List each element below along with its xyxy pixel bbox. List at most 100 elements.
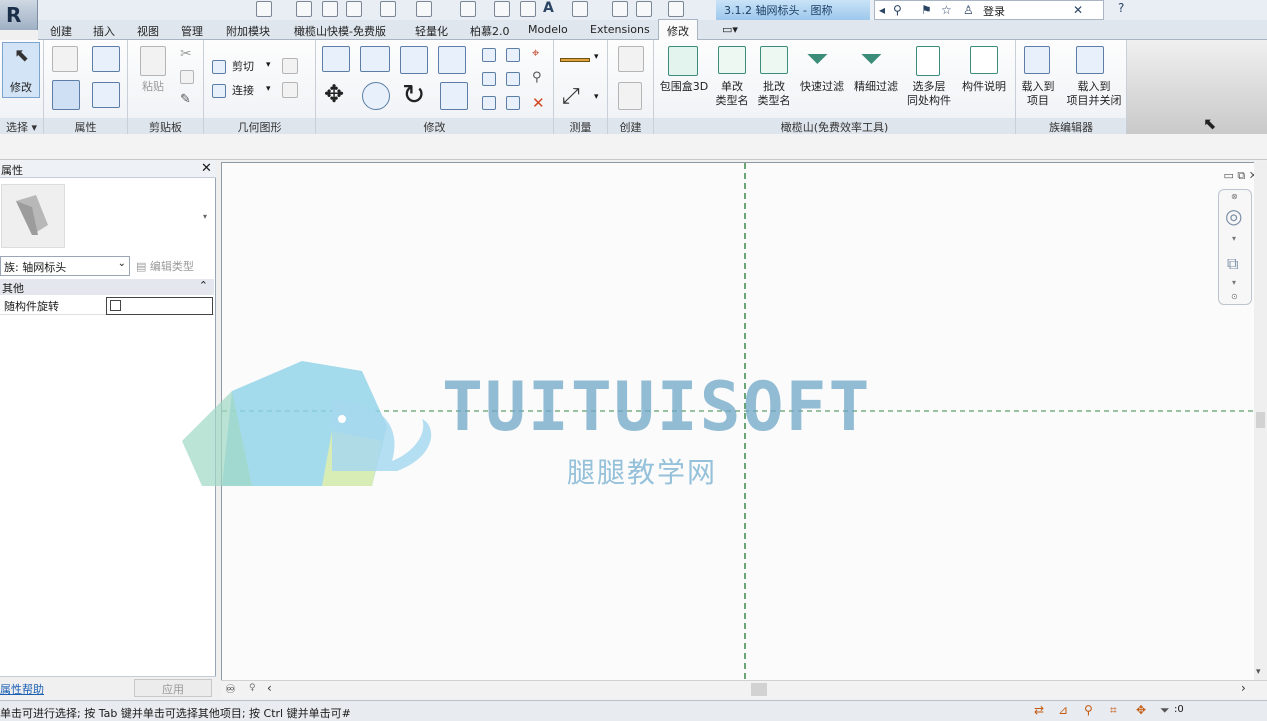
properties-toggle-icon[interactable] — [52, 80, 80, 110]
select-underlay-icon[interactable]: ⊿ — [1058, 703, 1068, 717]
scroll-left-icon[interactable]: ‹ — [267, 681, 272, 695]
load-and-close-icon[interactable] — [1076, 46, 1104, 74]
horizontal-scroll-thumb[interactable] — [751, 683, 767, 696]
tab-modelo[interactable]: Modelo — [528, 23, 568, 36]
vertical-scroll-thumb[interactable] — [1256, 412, 1265, 428]
multi-level-select-label[interactable]: 选多层 同处构件 — [904, 80, 954, 108]
array-icon[interactable] — [482, 72, 496, 86]
split-gap-icon[interactable] — [506, 48, 520, 62]
bounding-box-3d-icon[interactable] — [668, 46, 698, 76]
measure-dropdown-icon[interactable]: ▾ — [594, 52, 599, 62]
navbar-options-icon[interactable]: ⊙ — [1231, 292, 1238, 301]
tab-lightweight[interactable]: 轻量化 — [415, 23, 448, 39]
mirror-draw-icon[interactable] — [438, 46, 466, 74]
tab-modify[interactable]: 修改 — [658, 19, 698, 40]
select-pinned-icon[interactable]: ⚲ — [1084, 703, 1093, 717]
tab-view[interactable]: 视图 — [137, 23, 159, 39]
batch-rename-label[interactable]: 批改 类型名 — [754, 80, 794, 108]
multi-level-select-icon[interactable] — [916, 46, 940, 76]
tab-extensions[interactable]: Extensions — [590, 23, 650, 36]
measure-icon[interactable] — [494, 1, 510, 17]
apply-button[interactable]: 应用 — [134, 679, 212, 697]
zoom-region-icon[interactable]: ⧉ — [1227, 254, 1238, 274]
tab-addins[interactable]: 附加模块 — [226, 23, 270, 39]
bounding-box-3d-label[interactable]: 包围盒3D — [658, 80, 710, 94]
drawing-area[interactable]: TUITUISOFT 腿腿教学网 ▭ ⧉ ✕ ⊗ ◎ ▾ ⧉ ▾ ⊙ — [182, 162, 1267, 698]
paste-icon[interactable] — [140, 46, 166, 76]
help-icon[interactable]: ? — [1118, 1, 1124, 15]
select-by-face-icon[interactable]: ⌗ — [1110, 703, 1117, 718]
single-rename-label[interactable]: 单改 类型名 — [712, 80, 752, 108]
section-icon[interactable] — [612, 1, 628, 17]
scroll-right-icon[interactable]: › — [1241, 681, 1246, 695]
move-icon[interactable]: ✥ — [324, 80, 344, 108]
delete-icon[interactable]: ✕ — [532, 94, 545, 112]
family-category-icon[interactable] — [92, 82, 120, 108]
quick-filter-label[interactable]: 快速过滤 — [798, 80, 846, 94]
type-properties-icon[interactable] — [52, 46, 78, 72]
create-group-icon[interactable] — [618, 46, 644, 72]
fine-filter-label[interactable]: 精细过滤 — [852, 80, 900, 94]
collapse-icon[interactable]: ⌃ — [199, 279, 208, 292]
modify-button[interactable]: ⬉ 修改 — [2, 42, 40, 98]
family-types-icon[interactable] — [92, 46, 120, 72]
trim-extend-icon[interactable] — [440, 82, 468, 110]
horizontal-scrollbar[interactable]: ♾ ♀ ‹ › — [221, 680, 1267, 698]
thin-lines-icon[interactable] — [636, 1, 652, 17]
tab-insert[interactable]: 插入 — [93, 23, 115, 39]
similar-icon[interactable] — [618, 82, 642, 110]
load-and-close-label[interactable]: 载入到 项目并关闭 — [1064, 80, 1124, 108]
match-properties-icon[interactable]: ✎ — [180, 92, 191, 107]
join-geometry-icon[interactable] — [212, 84, 226, 98]
filter-icon[interactable]: ⏷ — [1160, 703, 1170, 718]
load-into-project-label[interactable]: 载入到 项目 — [1016, 80, 1060, 108]
drag-elements-icon[interactable]: ✥ — [1136, 703, 1146, 717]
zoom-dropdown-icon[interactable]: ▾ — [1232, 278, 1236, 287]
close-windows-icon[interactable] — [668, 1, 684, 17]
3d-view-icon[interactable] — [572, 1, 588, 17]
minimize-icon[interactable]: ▭ — [1224, 169, 1234, 182]
join-dropdown-icon[interactable]: ▾ — [266, 84, 271, 94]
trim-single-icon[interactable] — [482, 96, 496, 110]
sync-icon[interactable] — [346, 1, 362, 17]
batch-rename-icon[interactable] — [760, 46, 788, 74]
wheel-dropdown-icon[interactable]: ▾ — [1232, 234, 1236, 243]
edit-type-button[interactable]: ▤ 编辑类型 — [136, 258, 194, 274]
close-icon[interactable]: ✕ — [201, 161, 212, 176]
copy-element-icon[interactable] — [362, 82, 390, 110]
steering-wheel-icon[interactable]: ◎ — [1225, 204, 1242, 228]
scroll-down-icon[interactable]: ▾ — [1256, 667, 1261, 677]
rotate-icon[interactable]: ↻ — [402, 78, 425, 111]
scale-icon[interactable]: ♾ — [225, 682, 236, 696]
cut-geometry-icon[interactable] — [212, 60, 226, 74]
open-icon[interactable] — [256, 1, 272, 17]
load-into-project-icon[interactable] — [1024, 46, 1050, 74]
cut-label[interactable]: 剪切 — [232, 60, 254, 74]
select-links-icon[interactable]: ⇄ — [1034, 703, 1044, 717]
aligned-dimension-icon[interactable]: ⤢ — [562, 84, 580, 109]
cut-icon[interactable]: ✂ — [180, 46, 192, 62]
wall-joins-icon[interactable] — [282, 58, 298, 74]
offset-icon[interactable] — [360, 46, 390, 72]
join-label[interactable]: 连接 — [232, 84, 254, 98]
copy-icon[interactable] — [180, 70, 194, 84]
tab-bimo[interactable]: 柏慕2.0 — [470, 23, 510, 39]
login-label[interactable]: 登录 — [983, 3, 1005, 19]
vertical-scrollbar[interactable]: ▾ — [1254, 162, 1267, 682]
parameter-value-cell[interactable] — [106, 297, 213, 315]
dimension-dropdown-icon[interactable]: ▾ — [594, 92, 599, 102]
align-icon[interactable] — [322, 46, 350, 72]
cut-dropdown-icon[interactable]: ▾ — [266, 60, 271, 70]
type-selector-dropdown-icon[interactable]: ▾ — [203, 212, 207, 221]
single-rename-icon[interactable] — [718, 46, 746, 74]
split-element-icon[interactable] — [482, 48, 496, 62]
search-icon[interactable]: ◂ — [879, 3, 885, 17]
tab-create[interactable]: 创建 — [50, 23, 72, 39]
tab-manage[interactable]: 管理 — [181, 23, 203, 39]
folder-icon[interactable] — [296, 1, 312, 17]
properties-help-link[interactable]: 属性帮助 — [0, 681, 44, 697]
pin-icon[interactable]: ⚲ — [532, 70, 542, 85]
exchange-icon[interactable]: ✕ — [1073, 3, 1083, 17]
favorites-icon[interactable]: ☆ — [941, 3, 952, 17]
redo-icon[interactable] — [416, 1, 432, 17]
